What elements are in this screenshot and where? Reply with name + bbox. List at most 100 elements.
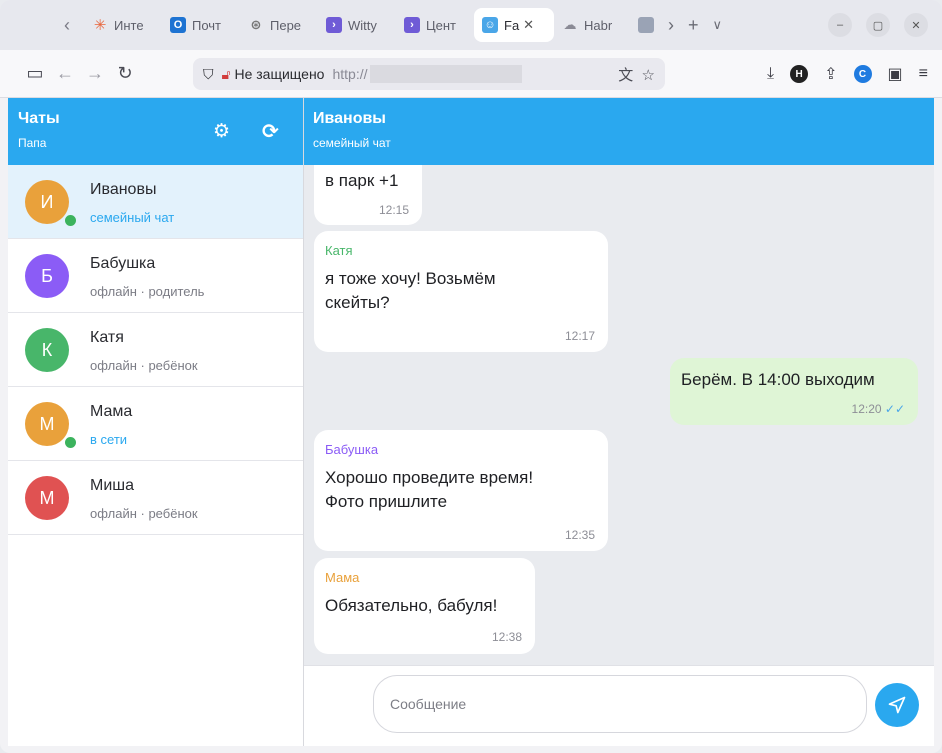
- tab-1[interactable]: O Почт: [162, 8, 240, 42]
- window-controls: – ▢ ✕: [828, 13, 928, 37]
- avatar-initial: К: [41, 339, 53, 360]
- time-label: 12:17: [564, 329, 595, 343]
- tab-2[interactable]: ⊛ Пере: [240, 8, 318, 42]
- message-time: 12:15: [379, 203, 409, 217]
- tab-0[interactable]: ✳ Инте: [84, 8, 162, 42]
- incoming-message: Бабушка Хорошо проведите время! Фото приш…: [314, 430, 608, 551]
- outlook-icon: O: [170, 17, 186, 33]
- send-button[interactable]: [875, 683, 919, 727]
- address-actions: 文 ☆: [618, 64, 655, 85]
- reload-icon[interactable]: ↻: [112, 63, 138, 84]
- asterisk-icon: ✳: [93, 17, 107, 34]
- chat-title: Ивановы: [313, 110, 386, 127]
- cloud-icon: ☁: [563, 17, 577, 32]
- chat-name: Миша: [90, 477, 134, 494]
- chat-header: Ивановы семейный чат: [304, 98, 934, 165]
- avatar-initial: М: [39, 413, 55, 434]
- shield-icon[interactable]: ⛉: [203, 66, 214, 83]
- message-text: в парк +1: [325, 171, 399, 190]
- tab-4[interactable]: › Цент: [396, 8, 474, 42]
- message-text: Обязательно, бабуля!: [325, 596, 498, 615]
- chat-name: Мама: [90, 403, 133, 420]
- chat-status: офлайн · ребёнок: [90, 506, 198, 521]
- address-bar[interactable]: ⛉ 🔓︎ Не защищено http:// 文 ☆: [193, 58, 665, 90]
- tab-active[interactable]: ☺ Fa ✕: [474, 8, 554, 42]
- url-prefix: http://: [332, 66, 368, 82]
- chat-item[interactable]: М Миша офлайн · ребёнок: [8, 461, 303, 535]
- message-time: 12:17: [565, 329, 595, 343]
- message-text: Берём. В 14:00 выходим: [681, 370, 875, 389]
- chat-name: Бабушка: [90, 255, 156, 272]
- time-label: 12:20: [851, 402, 882, 416]
- family-icon: ☺: [482, 17, 498, 33]
- avatar: М: [25, 476, 69, 520]
- message-time: 12:38: [492, 630, 522, 644]
- translate-icon[interactable]: 文: [618, 67, 633, 84]
- gear-icon[interactable]: ⚙: [213, 120, 230, 143]
- close-window-icon[interactable]: ✕: [904, 13, 928, 37]
- tab-3[interactable]: › Witty: [318, 8, 396, 42]
- incoming-message: Мама Обязательно, бабуля! 12:38: [314, 558, 535, 654]
- family-chat-app: Чаты Папа ⚙ ⟳ И Ивановы семейный чат Б Бабуш…: [8, 98, 934, 746]
- unlocked-icon: 🔓︎: [221, 65, 231, 82]
- maximize-icon[interactable]: ▢: [866, 13, 890, 37]
- share-icon[interactable]: ⇪: [824, 64, 837, 84]
- message-author: Бабушка: [325, 442, 379, 457]
- message-text: я тоже хочу! Возьмём скейты?: [325, 269, 496, 312]
- online-indicator: [63, 435, 78, 450]
- message-time: 12:35: [565, 528, 595, 542]
- star-icon[interactable]: ☆: [642, 67, 655, 84]
- chat-item[interactable]: К Катя офлайн · ребёнок: [8, 313, 303, 387]
- minimize-icon[interactable]: –: [828, 13, 852, 37]
- chat-item[interactable]: И Ивановы семейный чат: [8, 165, 303, 239]
- download-icon[interactable]: ⤓: [767, 65, 774, 83]
- chat-list: И Ивановы семейный чат Б Бабушка офлайн · род…: [8, 165, 303, 535]
- avatar: К: [25, 328, 69, 372]
- message-input[interactable]: [373, 675, 867, 733]
- tab-label: Инте: [114, 17, 144, 33]
- browser-logo-icon[interactable]: C: [853, 65, 872, 83]
- translate-icon: ⊛: [250, 17, 262, 32]
- menu-icon[interactable]: ≡: [919, 65, 928, 83]
- tab-label: Fa: [504, 17, 520, 33]
- chat-item[interactable]: М Мама в сети: [8, 387, 303, 461]
- chat-name: Ивановы: [90, 181, 157, 198]
- chat-item[interactable]: Б Бабушка офлайн · родитель: [8, 239, 303, 313]
- sidebar-toggle-icon[interactable]: ▭: [22, 63, 48, 84]
- avatar-initial: М: [39, 487, 55, 508]
- message-author: Катя: [325, 243, 353, 258]
- tab-tools: › + ∨: [638, 15, 722, 36]
- arrow-icon: ›: [404, 17, 420, 33]
- tab-label: Habr: [584, 17, 613, 33]
- tab-6[interactable]: ☁ Habr: [554, 8, 632, 42]
- extension-icon[interactable]: H: [790, 65, 809, 83]
- chevron-right-icon[interactable]: ›: [668, 15, 674, 36]
- close-icon[interactable]: ✕: [523, 17, 534, 33]
- incoming-message: Катя я тоже хочу! Возьмём скейты? 12:17: [314, 231, 608, 352]
- tab-icon[interactable]: [638, 17, 654, 33]
- time-label: 12:35: [564, 528, 595, 542]
- chevron-down-icon[interactable]: ∨: [713, 17, 723, 33]
- current-user: Папа: [18, 136, 47, 150]
- composer: [304, 665, 934, 746]
- sidebar-header: Чаты Папа ⚙ ⟳: [8, 98, 303, 165]
- security-label: Не защищено: [234, 65, 325, 82]
- wallet-icon[interactable]: ▣: [888, 64, 903, 84]
- back-icon[interactable]: ←: [52, 63, 78, 84]
- sidebar-title: Чаты: [18, 110, 60, 127]
- chat-sidebar: Чаты Папа ⚙ ⟳ И Ивановы семейный чат Б Бабуш…: [8, 98, 304, 746]
- tab-label: Цент: [426, 17, 456, 33]
- refresh-icon[interactable]: ⟳: [262, 119, 279, 144]
- tab-scroll-left-icon[interactable]: ‹: [50, 15, 84, 36]
- chat-status: семейный чат: [90, 210, 175, 225]
- tab-strip: ‹ ✳ Инте O Почт ⊛ Пере › Witty › Цент ☺ …: [0, 0, 942, 50]
- security-status[interactable]: 🔓︎ Не защищено: [222, 66, 325, 83]
- chat-name: Катя: [90, 329, 124, 346]
- forward-icon[interactable]: →: [82, 63, 108, 84]
- browser-window: ‹ ✳ Инте O Почт ⊛ Пере › Witty › Цент ☺ …: [0, 0, 942, 753]
- new-tab-icon[interactable]: +: [688, 15, 699, 36]
- avatar-initial: И: [40, 191, 54, 212]
- online-indicator: [63, 213, 78, 228]
- tab-label: Почт: [192, 17, 222, 33]
- url-redacted: [369, 65, 522, 83]
